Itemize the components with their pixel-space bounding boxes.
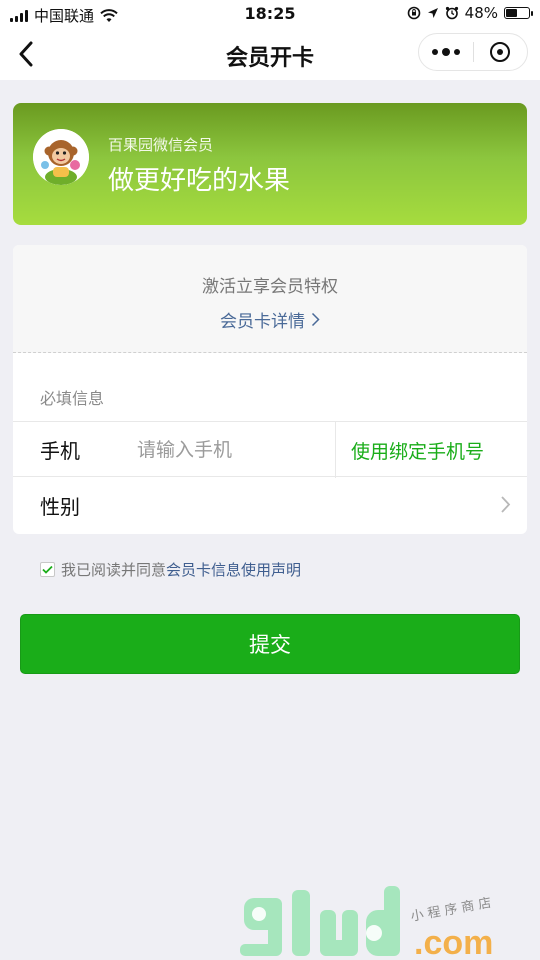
agreement: 我已阅读并同意 会员卡信息使用声明 (40, 559, 301, 580)
status-right: 48% (407, 4, 533, 22)
use-bound-phone-button[interactable]: 使用绑定手机号 (351, 437, 484, 464)
card-details-link[interactable]: 会员卡详情 (220, 307, 320, 332)
chevron-right-icon (501, 496, 511, 513)
alarm-icon (445, 6, 458, 20)
more-button[interactable] (419, 34, 473, 70)
watermark-logo: .com 小 程 序 商 店 (238, 880, 538, 960)
phone-label: 手机 (40, 438, 80, 463)
svg-text:小 程 序 商 店: 小 程 序 商 店 (410, 896, 493, 925)
phone-input[interactable] (137, 432, 327, 468)
phone-row: 手机 使用绑定手机号 (13, 421, 527, 478)
brand-logo (33, 129, 89, 185)
chevron-right-icon (311, 312, 320, 327)
privilege-title: 激活立享会员特权 (202, 277, 338, 297)
card-details-label: 会员卡详情 (220, 312, 305, 332)
member-card: 百果园微信会员 做更好吃的水果 (13, 103, 527, 225)
battery-icon (504, 7, 533, 19)
battery-fill (506, 9, 517, 17)
checkmark-icon (42, 565, 53, 574)
submit-button[interactable]: 提交 (20, 614, 520, 674)
svg-text:.com: .com (414, 924, 493, 960)
more-icon (431, 48, 460, 56)
gender-row[interactable]: 性别 (13, 477, 527, 533)
row-divider (335, 422, 336, 478)
rotation-lock-icon (407, 6, 420, 20)
target-icon (490, 42, 511, 62)
activation-panel: 激活立享会员特权 会员卡详情 必填信息 手机 使用绑定手机号 性别 (13, 245, 527, 534)
gender-label: 性别 (40, 494, 80, 519)
capsule-menu (418, 33, 528, 71)
monkey-mascot-icon (33, 129, 89, 185)
status-bar: 中国联通 18:25 48% (0, 0, 540, 28)
close-miniprogram-button[interactable] (474, 34, 528, 70)
agreement-text: 我已阅读并同意 (61, 561, 167, 579)
nav-bar: 会员开卡 (0, 28, 540, 80)
agreement-checkbox[interactable] (40, 562, 55, 577)
agreement-link[interactable]: 会员卡信息使用声明 (166, 559, 301, 580)
card-brand-name: 百果园微信会员 (108, 136, 214, 154)
battery-percent: 48% (464, 4, 498, 22)
watermark-icon: .com 小 程 序 商 店 (240, 886, 493, 960)
required-info-label: 必填信息 (40, 389, 105, 408)
privilege-section: 激活立享会员特权 会员卡详情 (13, 245, 527, 353)
location-icon (427, 8, 438, 18)
card-slogan: 做更好吃的水果 (108, 166, 291, 196)
